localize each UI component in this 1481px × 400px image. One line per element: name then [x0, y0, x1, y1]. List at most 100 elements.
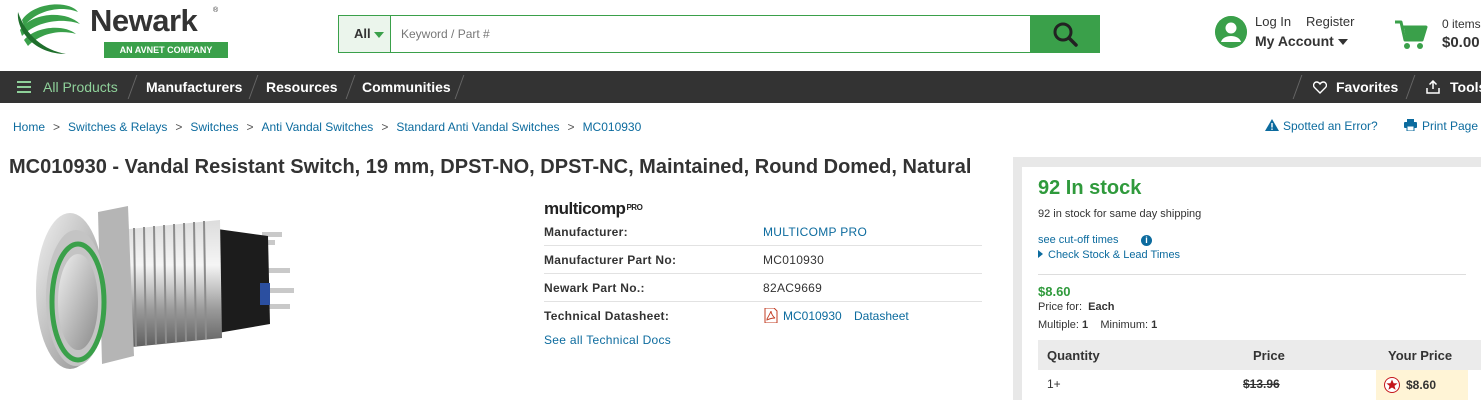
register-link[interactable]: Register — [1306, 14, 1354, 29]
column-header-quantity: Quantity — [1047, 348, 1100, 363]
cart-items-count[interactable]: 0 items — [1442, 17, 1481, 31]
table-row: 1+ $13.96 $8.60 — [1038, 370, 1481, 400]
spotted-error-label: Spotted an Error? — [1283, 119, 1378, 133]
breadcrumb-separator: > — [246, 120, 254, 134]
spec-label: Newark Part No.: — [544, 281, 645, 295]
pdf-icon[interactable] — [764, 308, 778, 323]
logo-registered-mark: ® — [213, 7, 219, 14]
breadcrumb-separator: > — [381, 120, 389, 134]
multiple-value: 1 — [1082, 319, 1089, 331]
product-title: MC010930 - Vandal Resistant Switch, 19 m… — [9, 156, 972, 178]
check-stock-link[interactable]: Check Stock & Lead Times — [1038, 249, 1180, 261]
spec-row-mfr-part: Manufacturer Part No: MC010930 — [544, 246, 982, 274]
unit-price: $8.60 — [1038, 284, 1071, 299]
spec-value: MC010930 — [763, 253, 825, 267]
spec-label: Manufacturer: — [544, 225, 628, 239]
breadcrumb-separator: > — [53, 120, 61, 134]
spec-row-newark-part: Newark Part No.: 82AC9669 — [544, 274, 982, 302]
breadcrumb-separator: > — [567, 120, 575, 134]
spec-row-datasheet: Technical Datasheet: MC010930 Datasheet — [544, 302, 982, 330]
row-quantity: 1+ — [1047, 377, 1061, 391]
nav-resources[interactable]: Resources — [266, 71, 338, 103]
newark-logo-icon — [17, 4, 80, 54]
menu-icon[interactable] — [17, 81, 31, 93]
search-button[interactable] — [1030, 16, 1099, 52]
manufacturer-logo-suffix: PRO — [626, 203, 643, 212]
spec-label: Manufacturer Part No: — [544, 253, 677, 267]
print-page-link[interactable]: Print Page — [1404, 119, 1478, 133]
stock-subtext: 92 in stock for same day shipping — [1038, 208, 1202, 220]
search-category-label: All — [354, 26, 371, 41]
logo-text: Newark — [90, 3, 198, 38]
row-your-price: $8.60 — [1406, 378, 1437, 392]
my-account-menu[interactable]: My Account — [1255, 33, 1334, 49]
see-all-docs-link[interactable]: See all Technical Docs — [544, 333, 671, 347]
spotted-error-link[interactable]: Spotted an Error? — [1265, 119, 1378, 133]
breadcrumb: Home > Switches & Relays > Switches > Anti Van… — [13, 120, 641, 134]
minimum-label: Minimum: — [1100, 319, 1149, 331]
newark-logo[interactable]: Newark ® AN AVNET COMPANY — [14, 0, 228, 60]
breadcrumb-current[interactable]: MC010930 — [583, 120, 642, 134]
cart-total[interactable]: $0.00 — [1442, 34, 1480, 51]
manufacturer-logo-text: multicomp — [544, 199, 626, 218]
chevron-down-icon — [374, 32, 384, 38]
buy-box-panel: 92 In stock 92 in stock for same day shi… — [1022, 167, 1481, 400]
divider — [1038, 274, 1466, 275]
cart-icon[interactable] — [1394, 18, 1428, 52]
account-icon[interactable] — [1215, 16, 1247, 48]
manufacturer-link[interactable]: MULTICOMP PRO — [763, 225, 867, 239]
breadcrumb-home[interactable]: Home — [13, 120, 45, 134]
price-table-header: Quantity Price Your Price — [1038, 340, 1481, 370]
nav-communities[interactable]: Communities — [362, 71, 451, 103]
nav-divider — [454, 75, 465, 99]
breadcrumb-separator: > — [175, 120, 183, 134]
minimum-value: 1 — [1151, 319, 1158, 331]
star-icon — [1384, 377, 1400, 393]
spec-value: 82AC9669 — [763, 281, 823, 295]
search-category-select[interactable]: All — [339, 16, 391, 52]
logo-tagline: AN AVNET COMPANY — [104, 42, 228, 58]
cutoff-times-link[interactable]: see cut-off times — [1038, 234, 1119, 246]
column-header-price: Price — [1253, 348, 1285, 363]
nav-tools[interactable]: Tools — [1450, 71, 1481, 103]
nav-divider — [345, 75, 356, 99]
breadcrumb-anti-vandal-switches[interactable]: Anti Vandal Switches — [261, 120, 373, 134]
nav-divider — [127, 75, 138, 99]
datasheet-link[interactable]: Datasheet — [854, 309, 909, 323]
site-header: Newark ® AN AVNET COMPANY All Log In Reg… — [0, 0, 1481, 71]
price-for-value: Each — [1088, 301, 1115, 313]
row-your-price-cell: $8.60 — [1376, 370, 1468, 400]
nav-favorites[interactable]: Favorites — [1336, 71, 1398, 103]
print-page-label: Print Page — [1422, 119, 1479, 133]
row-list-price: $13.96 — [1243, 377, 1280, 391]
nav-manufacturers[interactable]: Manufacturers — [146, 71, 242, 103]
search-bar: All — [338, 15, 1100, 53]
info-icon[interactable]: i — [1141, 235, 1152, 246]
search-icon — [1053, 22, 1078, 47]
column-header-your-price: Your Price — [1388, 348, 1453, 363]
datasheet-part-link[interactable]: MC010930 — [783, 309, 842, 323]
breadcrumb-standard-anti-vandal[interactable]: Standard Anti Vandal Switches — [396, 120, 559, 134]
breadcrumb-switches[interactable]: Switches — [190, 120, 238, 134]
nav-all-products[interactable]: All Products — [43, 71, 118, 103]
print-icon — [1404, 119, 1417, 132]
login-link[interactable]: Log In — [1255, 14, 1291, 29]
spec-row-manufacturer: Manufacturer: MULTICOMP PRO — [544, 218, 982, 246]
upload-icon — [1426, 80, 1440, 94]
check-stock-label: Check Stock & Lead Times — [1048, 249, 1181, 261]
caret-right-icon — [1038, 250, 1043, 258]
product-image[interactable] — [30, 198, 320, 383]
price-for-label: Price for: — [1038, 301, 1083, 313]
multiple-minimum: Multiple: 1 Minimum: 1 — [1038, 319, 1157, 331]
stock-status: 92 In stock — [1038, 177, 1142, 199]
nav-divider — [1292, 75, 1303, 99]
manufacturer-logo[interactable]: multicompPRO — [544, 199, 643, 219]
warning-icon — [1265, 119, 1279, 131]
buy-box: 92 In stock 92 in stock for same day shi… — [1013, 157, 1481, 400]
nav-divider — [248, 75, 259, 99]
price-for: Price for: Each — [1038, 301, 1114, 313]
multiple-label: Multiple: — [1038, 319, 1079, 331]
spec-label: Technical Datasheet: — [544, 309, 670, 323]
breadcrumb-switches-relays[interactable]: Switches & Relays — [68, 120, 167, 134]
search-input[interactable] — [391, 16, 1029, 52]
